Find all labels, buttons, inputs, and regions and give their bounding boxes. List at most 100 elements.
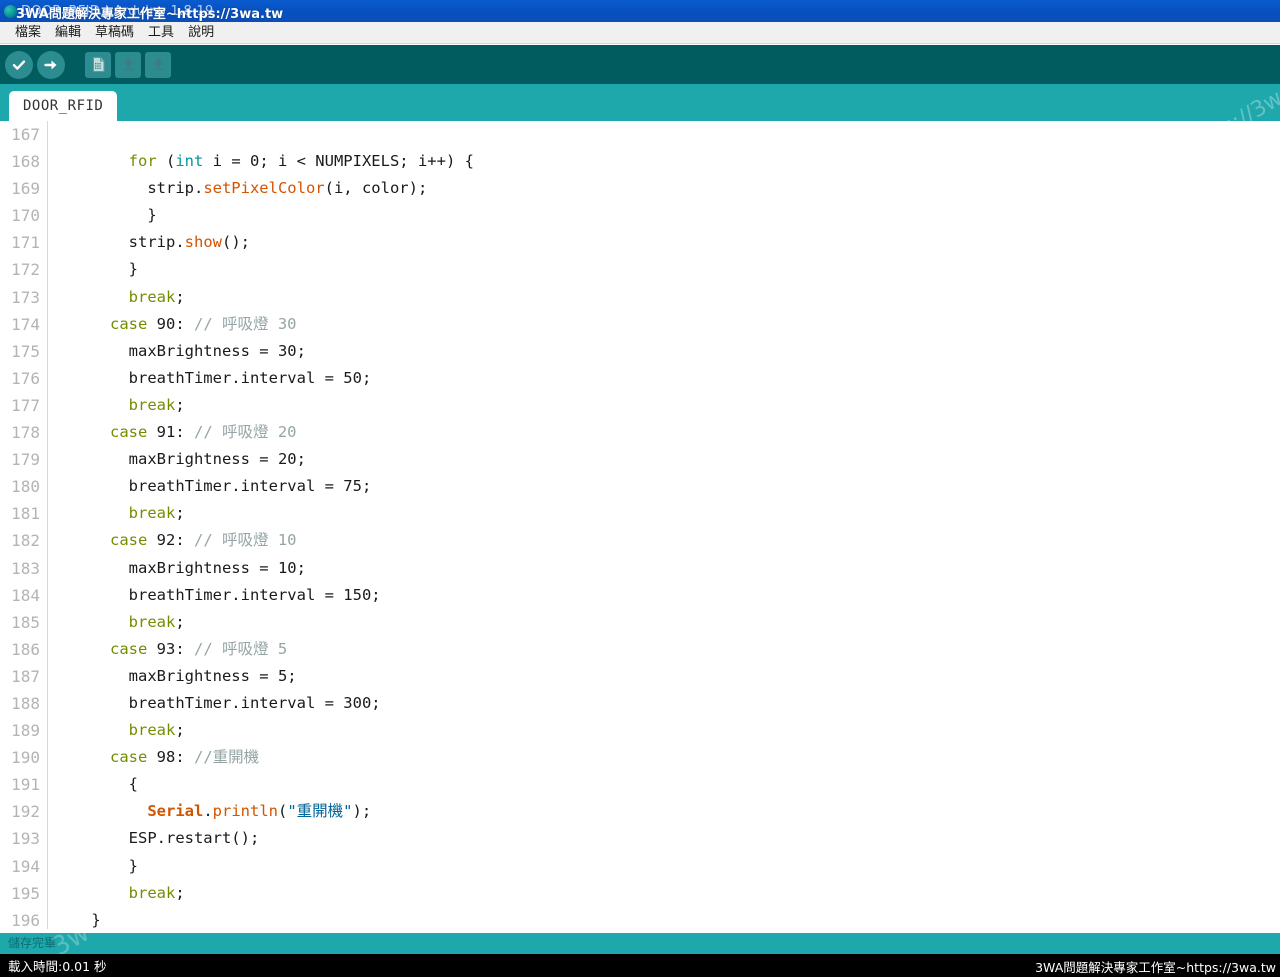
menu-item-help[interactable]: 說明 (181, 23, 221, 43)
code-line: 176 breathTimer.interval = 50; (0, 365, 1280, 392)
code-line: 180 breathTimer.interval = 75; (0, 473, 1280, 500)
open-sketch-button[interactable] (115, 51, 141, 78)
line-code[interactable]: break; (44, 392, 1280, 419)
line-code[interactable]: breathTimer.interval = 300; (44, 690, 1280, 717)
code-token: strip. (54, 233, 185, 252)
line-code[interactable]: } (44, 202, 1280, 229)
line-code[interactable]: break; (44, 880, 1280, 907)
line-code[interactable]: breathTimer.interval = 75; (44, 473, 1280, 500)
code-token: break (128, 883, 176, 902)
menu-item-tools[interactable]: 工具 (141, 23, 181, 43)
line-code[interactable]: } (44, 853, 1280, 880)
code-token: setPixelColor (203, 179, 325, 198)
code-token: } (54, 260, 138, 279)
code-token: break (128, 721, 176, 740)
code-line: 175 maxBrightness = 30; (0, 338, 1280, 365)
line-number: 190 (11, 748, 40, 768)
line-number: 182 (11, 531, 40, 551)
code-editor[interactable]: 167 168 for (int i = 0; i < NUMPIXELS; i+… (0, 121, 1280, 929)
code-line: 170 } (0, 202, 1280, 229)
line-number: 168 (11, 152, 40, 172)
line-code[interactable]: case 93: // 呼吸燈 5 (44, 636, 1280, 663)
arrow-right-icon (44, 60, 57, 69)
line-code[interactable]: maxBrightness = 30; (44, 338, 1280, 365)
line-code[interactable]: breathTimer.interval = 150; (44, 582, 1280, 609)
gutter-divider (47, 121, 48, 929)
menu-item-sketch[interactable]: 草稿碼 (88, 23, 141, 43)
line-code[interactable]: strip.setPixelColor(i, color); (44, 175, 1280, 202)
line-number: 193 (11, 829, 40, 849)
code-line: 182 case 92: // 呼吸燈 10 (0, 527, 1280, 554)
line-code[interactable]: break; (44, 717, 1280, 744)
code-token: ); (352, 802, 372, 821)
line-code[interactable]: for (int i = 0; i < NUMPIXELS; i++) { (44, 148, 1280, 175)
line-code[interactable]: } (44, 256, 1280, 283)
code-token: maxBrightness = 10; (54, 558, 306, 577)
code-token: ( (156, 152, 176, 171)
code-token: case (110, 423, 148, 442)
code-token: } (54, 856, 138, 875)
line-number: 191 (11, 775, 40, 795)
code-line: 195 break; (0, 880, 1280, 907)
code-token: ; (175, 883, 185, 902)
line-code[interactable]: maxBrightness = 5; (44, 663, 1280, 690)
code-token: break (128, 395, 176, 414)
code-token: (); (221, 233, 250, 252)
console-panel: 載入時間:0.01 秒 3WA問題解決專家工作室~https://3wa.tw (0, 954, 1280, 977)
code-line: 196 } (0, 907, 1280, 929)
code-token: // 呼吸燈 20 (194, 423, 297, 442)
line-code[interactable]: case 90: // 呼吸燈 30 (44, 311, 1280, 338)
save-sketch-button[interactable] (145, 51, 171, 78)
line-code[interactable]: ESP.restart(); (44, 825, 1280, 852)
line-code[interactable]: case 91: // 呼吸燈 20 (44, 419, 1280, 446)
code-token: ; (175, 612, 185, 631)
check-icon (12, 59, 26, 70)
code-line: 186 case 93: // 呼吸燈 5 (0, 636, 1280, 663)
code-token: ; (175, 721, 185, 740)
code-line: 191 { (0, 771, 1280, 798)
code-token: "重開機" (287, 802, 353, 821)
line-code[interactable]: breathTimer.interval = 50; (44, 365, 1280, 392)
line-number: 167 (11, 125, 40, 144)
line-code[interactable]: case 98: //重開機 (44, 744, 1280, 771)
arrow-down-save-icon (153, 58, 163, 71)
tab-door-rfid[interactable]: DOOR_RFID (9, 91, 118, 121)
line-code[interactable]: case 92: // 呼吸燈 10 (44, 527, 1280, 554)
new-sketch-button[interactable] (85, 51, 111, 78)
line-code[interactable]: maxBrightness = 10; (44, 555, 1280, 582)
upload-button[interactable] (37, 50, 65, 79)
code-lines-container: 167 168 for (int i = 0; i < NUMPIXELS; i+… (0, 121, 1280, 929)
line-number: 176 (11, 368, 40, 388)
line-code[interactable]: strip.show(); (44, 229, 1280, 256)
code-token: } (54, 206, 157, 225)
line-code[interactable]: Serial.println("重開機"); (44, 798, 1280, 825)
menu-item-file[interactable]: 檔案 (8, 23, 48, 43)
code-token: break (128, 504, 176, 523)
line-code[interactable]: { (44, 771, 1280, 798)
code-token: show (184, 233, 222, 252)
line-number: 189 (11, 721, 40, 741)
line-code[interactable]: maxBrightness = 20; (44, 446, 1280, 473)
line-code[interactable]: break; (44, 609, 1280, 636)
line-code[interactable]: break; (44, 500, 1280, 527)
code-line: 193 ESP.restart(); (0, 825, 1280, 852)
code-line: 183 maxBrightness = 10; (0, 555, 1280, 582)
code-token: (i, color); (324, 179, 428, 198)
verify-button[interactable] (5, 50, 33, 79)
code-line: 167 (0, 121, 1280, 148)
code-token: ; (175, 395, 185, 414)
line-number: 173 (11, 287, 40, 307)
menu-item-edit[interactable]: 編輯 (48, 23, 88, 43)
line-number: 175 (11, 341, 40, 361)
line-code[interactable]: break; (44, 284, 1280, 311)
code-token: breathTimer.interval = 75; (54, 477, 372, 496)
code-line: 190 case 98: //重開機 (0, 744, 1280, 771)
line-code[interactable]: } (44, 907, 1280, 929)
